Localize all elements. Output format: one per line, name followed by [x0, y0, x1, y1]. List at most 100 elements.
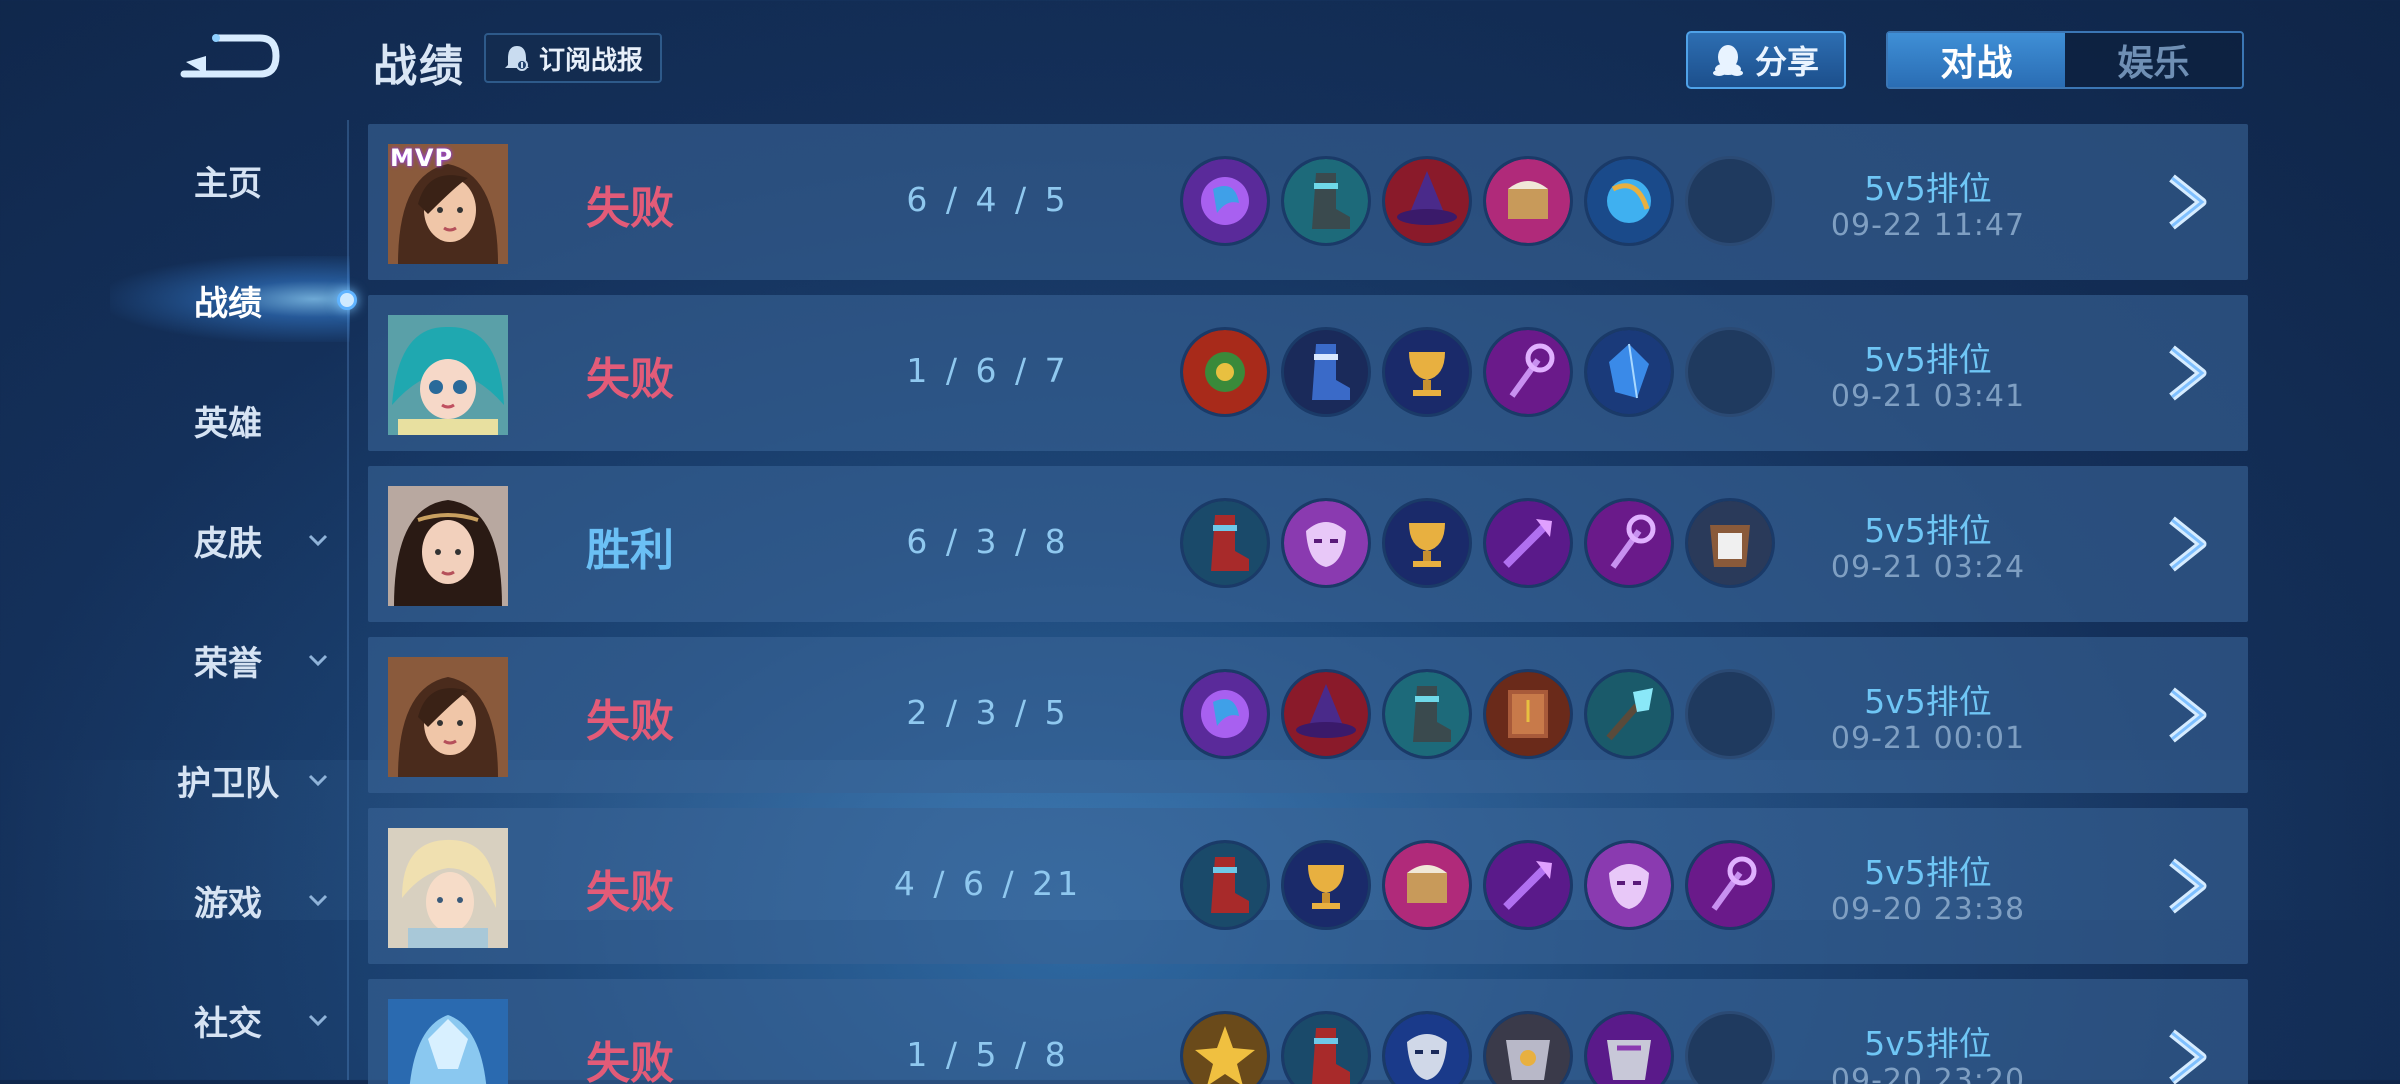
- match-row[interactable]: 胜利 6 / 3 / 8 5v5排位 09-21 03:24: [368, 466, 2248, 622]
- hero-brown-hair-woman-icon: [388, 657, 508, 777]
- match-kda: 1 / 6 / 7: [906, 351, 1070, 390]
- match-row[interactable]: 失败 2 / 3 / 5 5v5排位 09-21 00:01: [368, 637, 2248, 793]
- equipment-slots: [1180, 327, 1775, 417]
- sidebar-item-label: 皮肤: [194, 523, 262, 564]
- share-label: 分享: [1754, 43, 1819, 81]
- back-button[interactable]: [176, 28, 282, 84]
- empty-slot: [1685, 156, 1775, 246]
- red-emblem-icon: [1180, 327, 1270, 417]
- equipment-slots: [1180, 669, 1775, 759]
- match-detail-button[interactable]: [2158, 512, 2218, 576]
- chevron-right-icon: [2169, 516, 2207, 572]
- silver-armor-icon: [1483, 1011, 1573, 1084]
- purple-mask-icon: [1584, 840, 1674, 930]
- match-row[interactable]: 失败 4 / 6 / 21 5v5排位 09-20 23:38: [368, 808, 2248, 964]
- hero-blond-swordsman-icon: [388, 828, 508, 948]
- match-kda: 4 / 6 / 21: [893, 864, 1083, 903]
- match-result: 胜利: [586, 525, 674, 576]
- match-detail-button[interactable]: [2158, 170, 2218, 234]
- purple-staff-icon: [1483, 840, 1573, 930]
- match-result: 失败: [586, 867, 674, 918]
- gold-chalice-icon: [1382, 327, 1472, 417]
- chevron-down-icon: [308, 894, 328, 907]
- sidebar-item-honor[interactable]: 荣誉: [120, 630, 340, 690]
- sidebar-item-label: 社交: [194, 1003, 262, 1044]
- match-time: 09-21 03:24: [1830, 550, 2026, 585]
- match-time: 09-22 11:47: [1830, 208, 2026, 243]
- chevron-right-icon: [2169, 1029, 2207, 1084]
- mode-tabs: 对战 娱乐: [1886, 31, 2244, 89]
- qq-penguin-icon: [1712, 45, 1743, 76]
- sidebar-item-skins[interactable]: 皮肤: [120, 510, 340, 570]
- sidebar-item-label: 游戏: [194, 883, 262, 924]
- blue-crystal-icon: [1584, 327, 1674, 417]
- sidebar-item-label: 主页: [194, 163, 262, 204]
- empty-slot: [1685, 669, 1775, 759]
- sidebar-item-home[interactable]: 主页: [120, 150, 340, 210]
- equipment-slots: [1180, 840, 1775, 930]
- match-mode: 5v5排位: [1864, 1024, 1992, 1063]
- pink-tome-icon: [1382, 840, 1472, 930]
- sidebar-item-label: 护卫队: [177, 763, 279, 804]
- sidebar-item-games[interactable]: 游戏: [120, 870, 340, 930]
- teal-boots-icon: [1281, 156, 1371, 246]
- purple-scepter-icon: [1685, 840, 1775, 930]
- chevron-down-icon: [308, 774, 328, 787]
- match-mode: 5v5排位: [1864, 682, 1992, 721]
- match-result: 失败: [586, 696, 674, 747]
- purple-armor-icon: [1584, 1011, 1674, 1084]
- empty-slot: [1685, 1011, 1775, 1084]
- hero-portrait: [388, 657, 508, 777]
- sidebar-item-label: 战绩: [194, 283, 262, 324]
- hero-portrait: MVP: [388, 144, 508, 264]
- sidebar-item-social[interactable]: 社交: [120, 990, 340, 1050]
- teal-boots-icon: [1382, 669, 1472, 759]
- match-detail-button[interactable]: [2158, 1025, 2218, 1084]
- match-history-list: MVP 失败 6 / 4 / 5 5v5排位 09-22 11:47 失败 1 …: [368, 124, 2248, 1084]
- match-time: 09-21 03:41: [1830, 379, 2026, 414]
- match-kda: 6 / 3 / 8: [906, 522, 1070, 561]
- match-result: 失败: [586, 354, 674, 405]
- empty-slot: [1685, 327, 1775, 417]
- hero-blue-armor-icon: [388, 999, 508, 1084]
- match-detail-button[interactable]: [2158, 683, 2218, 747]
- match-time: 09-20 23:38: [1830, 892, 2026, 927]
- chevron-down-icon: [308, 654, 328, 667]
- chevron-down-icon: [308, 534, 328, 547]
- match-row[interactable]: 失败 1 / 6 / 7 5v5排位 09-21 03:41: [368, 295, 2248, 451]
- match-mode: 5v5排位: [1864, 853, 1992, 892]
- white-armor-icon: [1685, 498, 1775, 588]
- match-mode: 5v5排位: [1864, 511, 1992, 550]
- gold-chalice-icon: [1281, 840, 1371, 930]
- match-time: 09-20 23:20: [1830, 1063, 2026, 1084]
- tab-battle[interactable]: 对战: [1888, 33, 2065, 87]
- match-detail-button[interactable]: [2158, 341, 2218, 405]
- tab-entertainment[interactable]: 娱乐: [2065, 33, 2242, 87]
- purple-scepter-icon: [1483, 327, 1573, 417]
- match-time: 09-21 00:01: [1830, 721, 2026, 756]
- match-kda: 2 / 3 / 5: [906, 693, 1070, 732]
- sidebar-item-heroes[interactable]: 英雄: [120, 390, 340, 450]
- subscribe-report-button[interactable]: 订阅战报: [484, 33, 662, 83]
- silver-mask-icon: [1382, 1011, 1472, 1084]
- sidebar-item-guard-team[interactable]: 护卫队: [120, 750, 340, 810]
- hero-portrait: [388, 828, 508, 948]
- match-row[interactable]: 失败 1 / 5 / 8 5v5排位 09-20 23:20: [368, 979, 2248, 1084]
- match-mode: 5v5排位: [1864, 169, 1992, 208]
- hero-portrait: [388, 315, 508, 435]
- equipment-slots: [1180, 156, 1775, 246]
- sidebar-active-indicator: [337, 290, 357, 310]
- gold-chalice-icon: [1382, 498, 1472, 588]
- purple-hat-icon: [1382, 156, 1472, 246]
- match-result: 失败: [586, 1038, 674, 1084]
- mvp-badge: MVP: [390, 144, 454, 172]
- sidebar-item-records[interactable]: 战绩: [120, 270, 340, 330]
- purple-mask-icon: [1281, 498, 1371, 588]
- red-boots-icon: [1180, 498, 1270, 588]
- match-detail-button[interactable]: [2158, 854, 2218, 918]
- pink-tome-icon: [1483, 156, 1573, 246]
- match-result: 失败: [586, 183, 674, 234]
- purple-hat-icon: [1281, 669, 1371, 759]
- share-button[interactable]: 分享: [1686, 31, 1846, 89]
- match-row[interactable]: MVP 失败 6 / 4 / 5 5v5排位 09-22 11:47: [368, 124, 2248, 280]
